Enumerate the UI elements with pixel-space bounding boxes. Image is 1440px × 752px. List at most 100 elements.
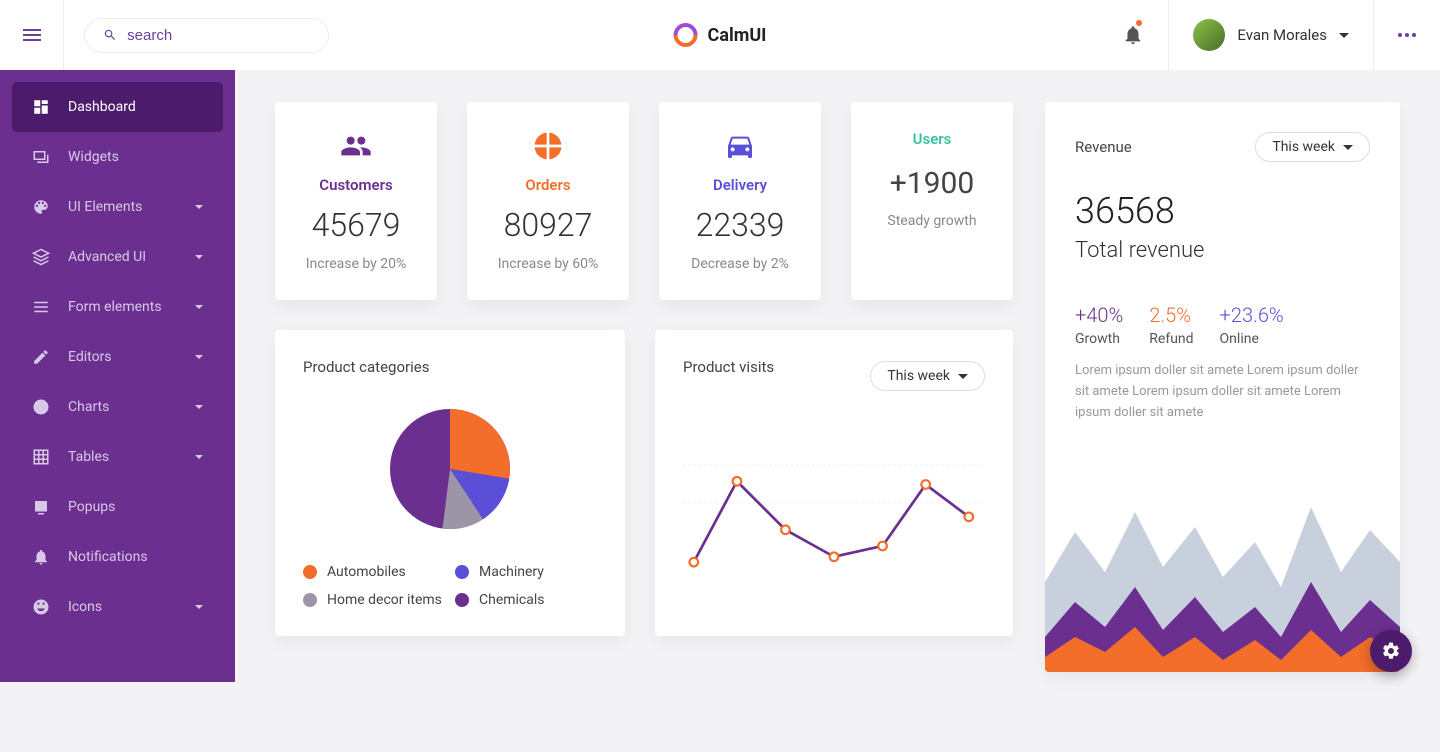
area-chart <box>1045 472 1400 672</box>
sidebar-item-editors[interactable]: Editors <box>12 332 223 382</box>
sidebar-item-ui-elements[interactable]: UI Elements <box>12 182 223 232</box>
app-logo[interactable]: CalmUI <box>674 23 767 47</box>
stat-label: Delivery <box>671 176 809 194</box>
chevron-down-icon <box>1343 145 1353 150</box>
sidebar-item-charts[interactable]: Charts <box>12 382 223 432</box>
product-visits-card: Product visits This week <box>655 330 1013 636</box>
metric-pct: 2.5% <box>1149 303 1193 327</box>
sidebar-item-tables[interactable]: Tables <box>12 432 223 482</box>
more-horizontal-icon <box>1398 33 1416 37</box>
chevron-down-icon <box>195 405 203 409</box>
revenue-subtitle: Total revenue <box>1075 238 1370 263</box>
people-icon <box>340 130 372 162</box>
bell-icon <box>1122 24 1144 46</box>
popup-icon <box>32 498 50 516</box>
legend-label: Chemicals <box>479 592 545 608</box>
pie-chart <box>375 394 525 544</box>
legend-item: Chemicals <box>455 592 597 608</box>
revenue-description: Lorem ipsum doller sit amete Lorem ipsum… <box>1075 361 1370 423</box>
avatar <box>1193 19 1225 51</box>
main-content: Customers 45679 Increase by 20% Orders 80927… <box>235 70 1440 704</box>
user-name-label: Evan Morales <box>1237 26 1327 44</box>
legend-label: Home decor items <box>327 592 442 608</box>
legend-item: Home decor items <box>303 592 445 608</box>
sidebar-item-dashboard[interactable]: Dashboard <box>12 82 223 132</box>
sidebar-item-form-elements[interactable]: Form elements <box>12 282 223 332</box>
stat-value: 80927 <box>479 206 617 244</box>
panel-title: Product categories <box>303 358 597 376</box>
metric-label: Online <box>1220 331 1284 347</box>
stat-value: +1900 <box>863 166 1001 201</box>
revenue-metric-growth: +40%Growth <box>1075 303 1123 347</box>
panel-title: Product visits <box>683 358 774 376</box>
stat-label: Orders <box>479 176 617 194</box>
search-input[interactable] <box>127 27 310 44</box>
chart-icon <box>32 398 50 416</box>
stat-delta: Increase by 60% <box>479 256 617 272</box>
stat-card-orders: Orders 80927 Increase by 60% <box>467 102 629 300</box>
search-box[interactable] <box>84 18 329 53</box>
nav-label: Editors <box>68 349 112 365</box>
gear-icon <box>1381 641 1401 661</box>
nav-label: Form elements <box>68 299 162 315</box>
stat-value: 22339 <box>671 206 809 244</box>
layers-icon <box>32 248 50 266</box>
revenue-title: Revenue <box>1075 138 1132 156</box>
metric-pct: +40% <box>1075 303 1123 327</box>
piechart-icon <box>532 130 564 162</box>
stat-card-customers: Customers 45679 Increase by 20% <box>275 102 437 300</box>
legend-item: Machinery <box>455 564 597 580</box>
sidebar-item-notifications[interactable]: Notifications <box>12 532 223 582</box>
revenue-value: 36568 <box>1075 190 1370 232</box>
stat-label: Customers <box>287 176 425 194</box>
table-icon <box>32 448 50 466</box>
edit-icon <box>32 348 50 366</box>
stat-delta: Increase by 20% <box>287 256 425 272</box>
sidebar-item-widgets[interactable]: Widgets <box>12 132 223 182</box>
stat-value: 45679 <box>287 206 425 244</box>
metric-pct: +23.6% <box>1220 303 1284 327</box>
nav-label: Icons <box>68 599 102 615</box>
revenue-metric-online: +23.6% Online <box>1220 303 1284 347</box>
visits-range-dropdown[interactable]: This week <box>870 361 985 391</box>
stat-card-users: Users+1900Steady growth <box>851 102 1013 300</box>
revenue-metric-refund: 2.5% Refund <box>1149 303 1193 347</box>
legend-dot <box>303 565 317 579</box>
sidebar: Dashboard Widgets UI Elements Advanced UI Fo… <box>0 70 235 682</box>
nav-label: Advanced UI <box>68 249 146 265</box>
line-chart <box>683 444 985 594</box>
more-menu[interactable] <box>1374 0 1440 70</box>
palette-icon <box>32 198 50 216</box>
stat-delta: Decrease by 2% <box>671 256 809 272</box>
logo-icon <box>669 18 703 52</box>
car-icon <box>724 130 756 162</box>
dashboard-icon <box>32 98 50 116</box>
nav-label: Notifications <box>68 549 148 565</box>
sidebar-item-icons[interactable]: Icons <box>12 582 223 632</box>
sidebar-item-popups[interactable]: Popups <box>12 482 223 532</box>
settings-fab[interactable] <box>1370 630 1412 672</box>
notifications-button[interactable] <box>1098 0 1169 70</box>
widgets-icon <box>32 148 50 166</box>
chevron-down-icon <box>958 374 968 379</box>
metric-label: Refund <box>1149 331 1193 347</box>
revenue-card: Revenue This week 36568 Total revenue +4… <box>1045 102 1400 672</box>
revenue-range-dropdown[interactable]: This week <box>1255 132 1370 162</box>
chevron-down-icon <box>195 205 203 209</box>
legend-dot <box>303 593 317 607</box>
legend-item: Automobiles <box>303 564 445 580</box>
stat-label: Users <box>863 130 1001 148</box>
smile-icon <box>32 598 50 616</box>
sidebar-item-advanced-ui[interactable]: Advanced UI <box>12 232 223 282</box>
logo-text: CalmUI <box>708 25 767 46</box>
nav-label: UI Elements <box>68 199 142 215</box>
chevron-down-icon <box>195 255 203 259</box>
nav-label: Charts <box>68 399 109 415</box>
menu-toggle[interactable] <box>0 0 64 70</box>
user-menu[interactable]: Evan Morales <box>1169 0 1374 70</box>
legend-label: Automobiles <box>327 564 406 580</box>
nav-label: Tables <box>68 449 109 465</box>
chevron-down-icon <box>195 605 203 609</box>
nav-label: Dashboard <box>68 99 136 115</box>
chevron-down-icon <box>195 355 203 359</box>
